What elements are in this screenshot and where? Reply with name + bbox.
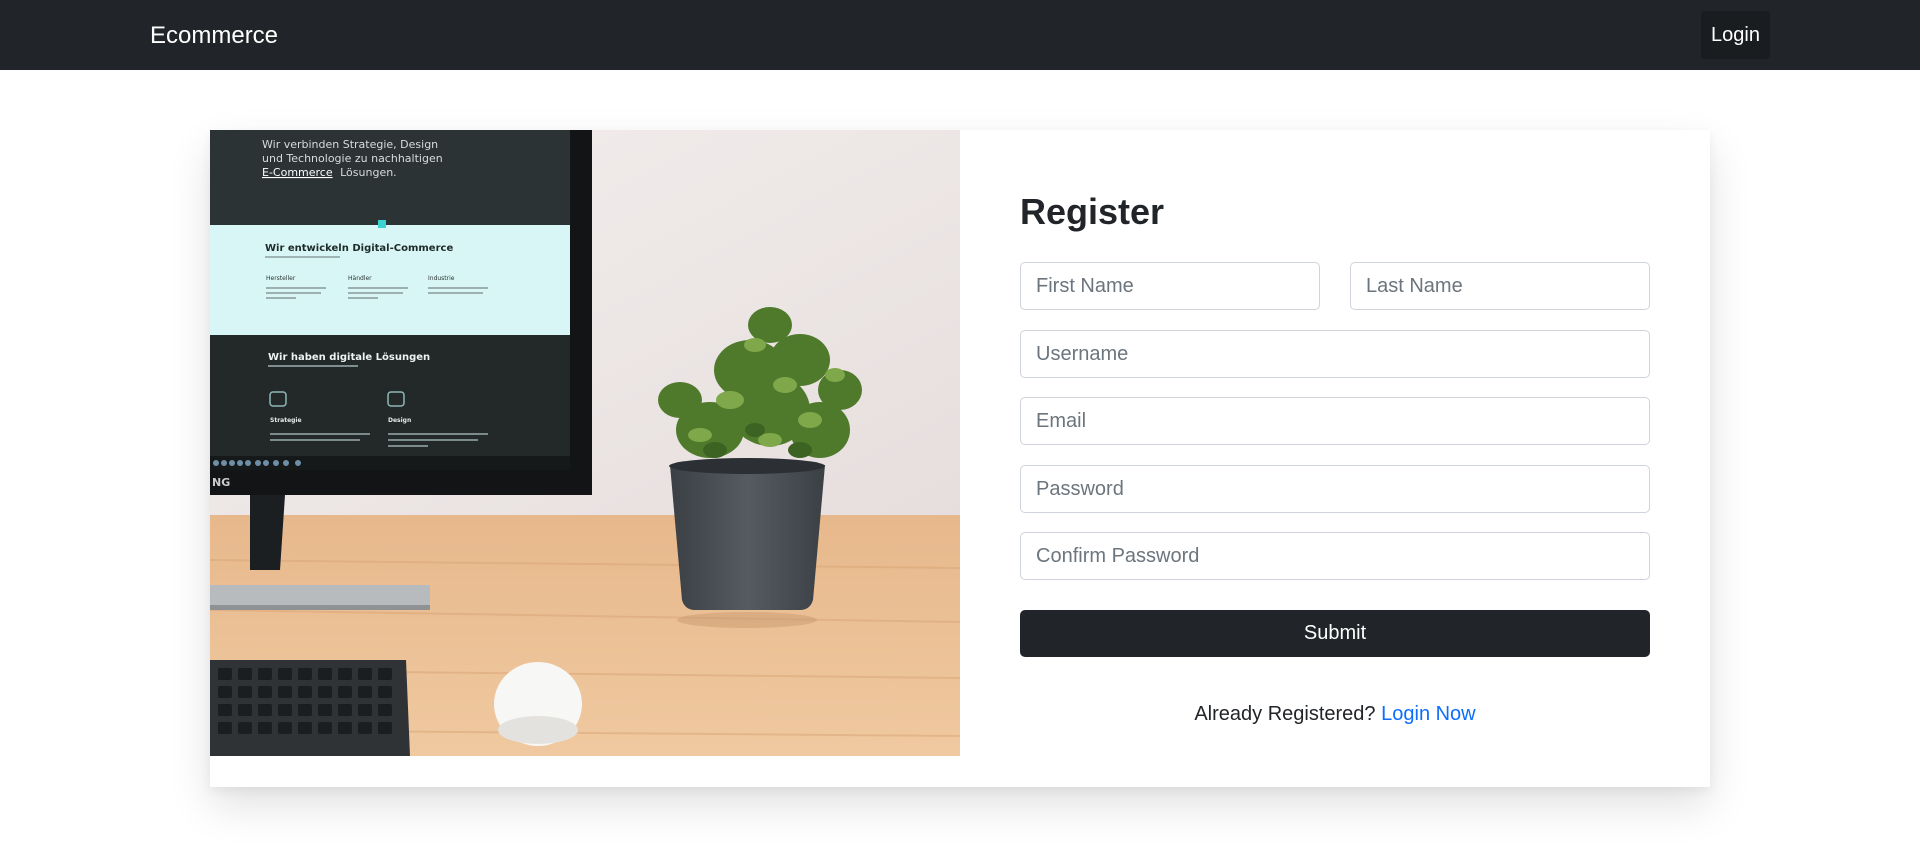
screen-tile-1: Strategie [270,417,302,424]
screen-heading: Wir entwickeln Digital-Commerce [265,243,453,254]
screen-text-3-rest: Lösungen. [340,166,397,179]
email-field[interactable] [1020,397,1650,445]
nav-login-button[interactable]: Login [1701,11,1770,59]
screen-heading-2: Wir haben digitale Lösungen [268,352,430,363]
screen-tile-2: Design [388,417,411,424]
submit-button[interactable]: Submit [1020,610,1650,657]
already-registered-text: Already Registered? [1194,703,1376,725]
screen-text-1: Wir verbinden Strategie, Design [262,138,438,151]
svg-text:E-Commerce Lösungen.: E-Commerce Lösungen. [262,166,397,179]
register-card: Wir verbinden Strategie, Design und Tech… [210,130,1710,787]
login-now-link[interactable]: Login Now [1381,703,1476,725]
monitor-edge-text: NG [212,476,230,489]
username-field[interactable] [1020,330,1650,378]
screen-text-2: und Technologie zu nachhaltigen [262,152,443,165]
register-title: Register [1020,191,1165,232]
desk-illustration: Wir verbinden Strategie, Design und Tech… [210,130,960,756]
last-name-field[interactable] [1350,262,1650,310]
password-field[interactable] [1020,465,1650,513]
first-name-field[interactable] [1020,262,1320,310]
top-navbar: Ecommerce Login [0,0,1920,70]
login-prompt: Already Registered? Login Now [1020,702,1650,726]
screen-col-1: Hersteller [266,275,296,282]
screen-col-3: Industrie [428,275,455,282]
confirm-password-field[interactable] [1020,532,1650,580]
brand-logo[interactable]: Ecommerce [150,22,278,50]
screen-col-2: Händler [348,275,372,282]
screen-text-3-emph: E-Commerce [262,166,333,179]
